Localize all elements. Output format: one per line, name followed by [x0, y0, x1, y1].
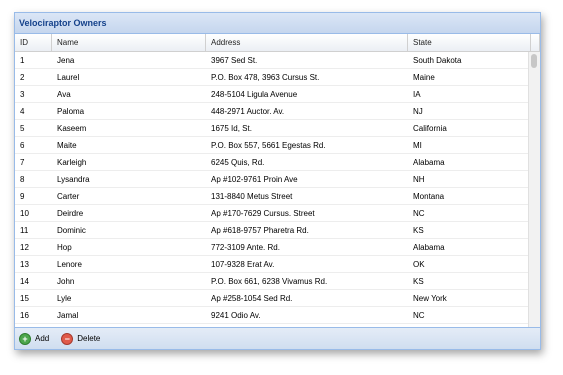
cell-id: 10: [20, 209, 29, 218]
vertical-scrollbar[interactable]: [528, 52, 540, 329]
cell-address: 448-2971 Auctor. Av.: [211, 107, 285, 116]
cell-address: 772-3109 Ante. Rd.: [211, 243, 280, 252]
cell-id: 16: [20, 311, 29, 320]
cell-address: P.O. Box 478, 3963 Cursus St.: [211, 73, 320, 82]
delete-icon: −: [61, 332, 74, 345]
add-button[interactable]: + Add: [19, 332, 50, 345]
table-row[interactable]: 11 Dominic Ap #618-9757 Pharetra Rd. KS: [15, 222, 540, 239]
cell-state: NH: [413, 175, 425, 184]
cell-name: Maite: [57, 141, 77, 150]
cell-state: Alabama: [413, 158, 445, 167]
cell-name: Hop: [57, 243, 72, 252]
cell-id: 9: [20, 192, 25, 201]
scrollbar-thumb[interactable]: [531, 54, 537, 68]
cell-address: 131-8840 Metus Street: [211, 192, 293, 201]
table-row[interactable]: 3 Ava 248-5104 Ligula Avenue IA: [15, 86, 540, 103]
table-row[interactable]: 4 Paloma 448-2971 Auctor. Av. NJ: [15, 103, 540, 120]
cell-state: NC: [413, 209, 425, 218]
cell-address: Ap #258-1054 Sed Rd.: [211, 294, 293, 303]
table-row[interactable]: 9 Carter 131-8840 Metus Street Montana: [15, 188, 540, 205]
table-row[interactable]: 13 Lenore 107-9328 Erat Av. OK: [15, 256, 540, 273]
table-row[interactable]: 8 Lysandra Ap #102-9761 Proin Ave NH: [15, 171, 540, 188]
cell-state: South Dakota: [413, 56, 462, 65]
cell-address: 1675 Id, St.: [211, 124, 252, 133]
column-header-name[interactable]: Name: [52, 34, 206, 51]
cell-state: IA: [413, 90, 421, 99]
cell-state: Montana: [413, 192, 445, 201]
panel-title: Velociraptor Owners: [15, 13, 540, 34]
cell-state: Maine: [413, 73, 435, 82]
cell-state: New York: [413, 294, 447, 303]
cell-id: 3: [20, 90, 25, 99]
cell-address: Ap #102-9761 Proin Ave: [211, 175, 298, 184]
cell-id: 12: [20, 243, 29, 252]
cell-state: KS: [413, 226, 424, 235]
cell-state: KS: [413, 277, 424, 286]
cell-name: Jena: [57, 56, 75, 65]
table-row[interactable]: 7 Karleigh 6245 Quis, Rd. Alabama: [15, 154, 540, 171]
bottom-toolbar: + Add − Delete: [15, 327, 540, 349]
cell-name: Kaseem: [57, 124, 87, 133]
cell-name: John: [57, 277, 75, 286]
add-icon: +: [19, 332, 31, 345]
grid-body: 1 Jena 3967 Sed St. South Dakota 2 Laurel P.O.…: [15, 52, 540, 329]
cell-id: 5: [20, 124, 25, 133]
table-row[interactable]: 14 John P.O. Box 661, 6238 Vivamus Rd. KS: [15, 273, 540, 290]
cell-name: Carter: [57, 192, 80, 201]
cell-name: Lysandra: [57, 175, 90, 184]
table-row[interactable]: 15 Lyle Ap #258-1054 Sed Rd. New York: [15, 290, 540, 307]
cell-name: Lenore: [57, 260, 82, 269]
cell-address: Ap #170-7629 Cursus. Street: [211, 209, 315, 218]
cell-address: 107-9328 Erat Av.: [211, 260, 275, 269]
table-row[interactable]: 16 Jamal 9241 Odio Av. NC: [15, 307, 540, 324]
column-header-spacer: [531, 34, 540, 51]
table-row[interactable]: 5 Kaseem 1675 Id, St. California: [15, 120, 540, 137]
column-header-address[interactable]: Address: [206, 34, 408, 51]
table-row[interactable]: 1 Jena 3967 Sed St. South Dakota: [15, 52, 540, 69]
cell-id: 13: [20, 260, 29, 269]
cell-id: 15: [20, 294, 29, 303]
cell-id: 6: [20, 141, 25, 150]
table-row[interactable]: 2 Laurel P.O. Box 478, 3963 Cursus St. Main…: [15, 69, 540, 86]
cell-state: NC: [413, 311, 425, 320]
delete-button-label: Delete: [77, 334, 101, 343]
add-button-label: Add: [35, 334, 50, 343]
cell-state: NJ: [413, 107, 423, 116]
delete-button[interactable]: − Delete: [61, 332, 101, 345]
cell-name: Karleigh: [57, 158, 87, 167]
column-header-id[interactable]: ID: [15, 34, 52, 51]
cell-state: MI: [413, 141, 422, 150]
cell-id: 2: [20, 73, 25, 82]
column-header-state[interactable]: State: [408, 34, 531, 51]
velociraptor-owners-panel: Velociraptor Owners ID Name Address Stat…: [14, 12, 541, 350]
cell-id: 11: [20, 226, 29, 235]
cell-address: P.O. Box 661, 6238 Vivamus Rd.: [211, 277, 328, 286]
cell-id: 1: [20, 56, 25, 65]
cell-state: California: [413, 124, 447, 133]
cell-state: OK: [413, 260, 425, 269]
cell-address: P.O. Box 557, 5661 Egestas Rd.: [211, 141, 326, 150]
cell-name: Deirdre: [57, 209, 84, 218]
table-row[interactable]: 12 Hop 772-3109 Ante. Rd. Alabama: [15, 239, 540, 256]
cell-name: Ava: [57, 90, 71, 99]
grid-header: ID Name Address State: [15, 34, 540, 52]
cell-address: Ap #618-9757 Pharetra Rd.: [211, 226, 309, 235]
table-row[interactable]: 10 Deirdre Ap #170-7629 Cursus. Street NC: [15, 205, 540, 222]
cell-id: 4: [20, 107, 25, 116]
cell-address: 248-5104 Ligula Avenue: [211, 90, 298, 99]
cell-address: 6245 Quis, Rd.: [211, 158, 265, 167]
table-row[interactable]: 6 Maite P.O. Box 557, 5661 Egestas Rd. MI: [15, 137, 540, 154]
cell-address: 9241 Odio Av.: [211, 311, 261, 320]
cell-address: 3967 Sed St.: [211, 56, 258, 65]
cell-id: 7: [20, 158, 25, 167]
cell-name: Jamal: [57, 311, 79, 320]
cell-name: Paloma: [57, 107, 85, 116]
cell-state: Alabama: [413, 243, 445, 252]
cell-name: Lyle: [57, 294, 72, 303]
cell-id: 14: [20, 277, 29, 286]
cell-name: Dominic: [57, 226, 86, 235]
cell-name: Laurel: [57, 73, 80, 82]
cell-id: 8: [20, 175, 25, 184]
